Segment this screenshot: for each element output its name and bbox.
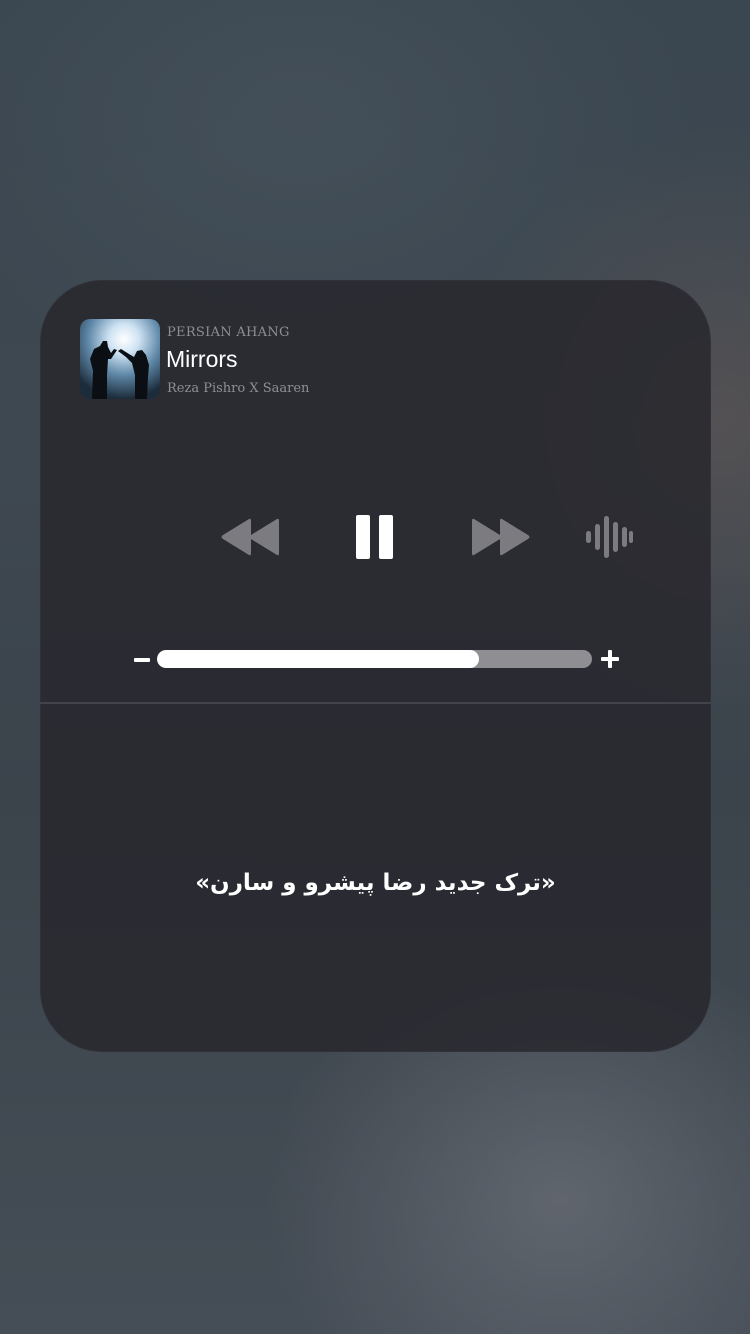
volume-slider[interactable]	[157, 650, 592, 668]
plus-icon	[601, 650, 619, 668]
now-playing-card: PERSIAN AHANG Mirrors Reza Pishro X Saar…	[40, 280, 711, 1052]
track-title: Mirrors	[166, 346, 238, 372]
track-artist: Reza Pishro X Saaren	[167, 381, 310, 396]
album-artwork[interactable]	[80, 319, 160, 399]
source-app-label: PERSIAN AHANG	[167, 325, 290, 340]
volume-slider-fill	[157, 650, 479, 668]
fast-forward-icon	[472, 518, 530, 556]
pause-icon	[356, 515, 393, 559]
divider	[40, 702, 711, 704]
album-artwork-image	[80, 319, 160, 399]
caption-text: «ترک جدید رضا پیشرو و سارن»	[195, 870, 556, 896]
waveform-icon	[586, 516, 633, 558]
minus-icon	[134, 658, 150, 662]
pause-button[interactable]	[355, 515, 395, 559]
rewind-button[interactable]	[220, 517, 280, 557]
fast-forward-button[interactable]	[471, 517, 531, 557]
audio-output-button[interactable]	[585, 516, 635, 558]
rewind-icon	[221, 518, 279, 556]
